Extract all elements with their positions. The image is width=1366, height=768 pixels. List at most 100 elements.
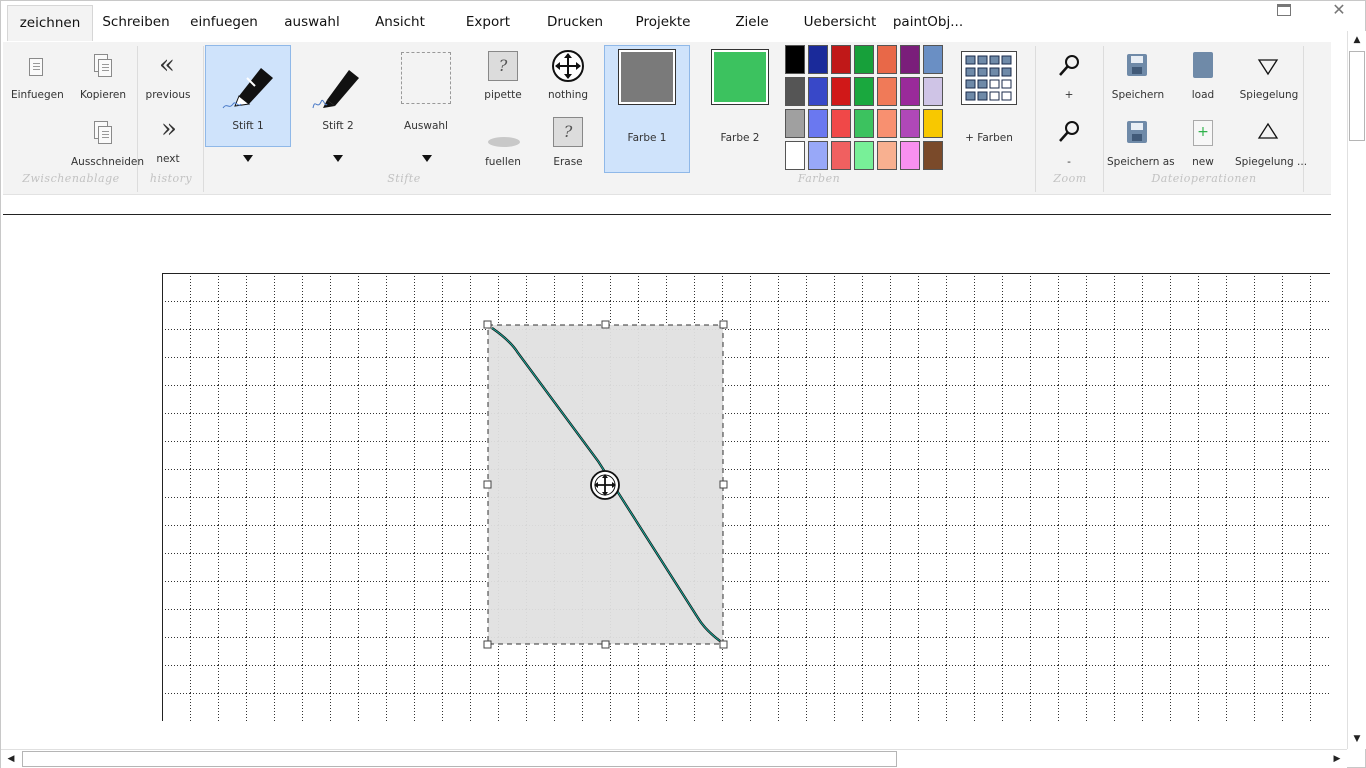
palette-swatch[interactable] bbox=[877, 77, 897, 106]
paste-button[interactable]: Einfuegen bbox=[11, 89, 64, 101]
maximize-icon[interactable] bbox=[1277, 4, 1291, 16]
palette-swatch[interactable] bbox=[785, 109, 805, 138]
resize-handle bbox=[483, 640, 492, 649]
move-icon bbox=[552, 50, 584, 82]
selection-icon bbox=[401, 52, 451, 104]
horizontal-scroll-thumb[interactable] bbox=[22, 751, 897, 767]
tab-drucken[interactable]: Drucken bbox=[539, 5, 611, 41]
cut-button[interactable]: Ausschneiden bbox=[71, 156, 144, 168]
scroll-down-arrow-icon[interactable]: ▼ bbox=[1348, 730, 1366, 748]
pen2-dropdown-arrow-icon[interactable] bbox=[333, 155, 343, 162]
tab-einfuegen[interactable]: einfuegen bbox=[181, 5, 267, 41]
save-button[interactable]: Speichern bbox=[1109, 89, 1167, 101]
mirror2-icon bbox=[1257, 122, 1279, 139]
palette-swatch[interactable] bbox=[877, 45, 897, 74]
save-as-icon bbox=[1127, 121, 1147, 143]
scroll-up-arrow-icon[interactable]: ▲ bbox=[1348, 31, 1366, 49]
color2-swatch[interactable] bbox=[711, 49, 769, 105]
group-divider bbox=[1303, 46, 1304, 192]
group-divider bbox=[1035, 46, 1036, 192]
selected-object[interactable] bbox=[483, 320, 728, 649]
mirror2-button[interactable]: Spiegelung ... bbox=[1235, 156, 1307, 168]
zoom-out-icon bbox=[1059, 121, 1079, 142]
palette-swatch[interactable] bbox=[785, 141, 805, 170]
drawing-canvas[interactable] bbox=[162, 273, 1330, 721]
load-icon bbox=[1193, 52, 1213, 78]
palette-swatch[interactable] bbox=[900, 45, 920, 74]
more-colors-button[interactable]: + Farben bbox=[953, 132, 1025, 144]
tab-projekte[interactable]: Projekte bbox=[627, 5, 699, 41]
tab-zeichnen[interactable]: zeichnen bbox=[7, 5, 93, 41]
palette-swatch[interactable] bbox=[900, 77, 920, 106]
resize-handle bbox=[719, 480, 728, 489]
load-button[interactable]: load bbox=[1181, 89, 1225, 101]
group-label-clipboard: Zwischenablage bbox=[22, 172, 120, 185]
tab-schreiben[interactable]: Schreiben bbox=[95, 5, 177, 41]
palette-swatch[interactable] bbox=[854, 77, 874, 106]
save-icon bbox=[1127, 54, 1147, 76]
palette-swatch[interactable] bbox=[785, 77, 805, 106]
paint-app-window: zeichnen Schreiben einfuegen auswahl Ans… bbox=[0, 0, 1366, 768]
zoom-in-button[interactable]: + bbox=[1049, 89, 1089, 101]
move-handle-icon[interactable] bbox=[590, 470, 620, 500]
palette-swatch[interactable] bbox=[923, 45, 943, 74]
next-button[interactable]: next bbox=[143, 153, 193, 165]
pen1-dropdown-arrow-icon[interactable] bbox=[243, 155, 253, 162]
palette-swatch[interactable] bbox=[808, 109, 828, 138]
palette-swatch[interactable] bbox=[900, 109, 920, 138]
selection-dropdown-arrow-icon[interactable] bbox=[422, 155, 432, 162]
erase-icon: ? bbox=[553, 117, 583, 147]
copy-button[interactable]: Kopieren bbox=[77, 89, 129, 101]
new-button[interactable]: new bbox=[1181, 156, 1225, 168]
palette-swatch[interactable] bbox=[808, 141, 828, 170]
palette-swatch[interactable] bbox=[785, 45, 805, 74]
previous-icon: « bbox=[159, 50, 175, 80]
tab-export[interactable]: Export bbox=[456, 5, 520, 41]
tab-ziele[interactable]: Ziele bbox=[727, 5, 777, 41]
tab-paintobj[interactable]: paintObj... bbox=[883, 5, 973, 41]
tab-uebersicht[interactable]: Uebersicht bbox=[799, 5, 881, 41]
palette-swatch[interactable] bbox=[831, 45, 851, 74]
pipette-button[interactable]: pipette bbox=[479, 89, 527, 101]
resize-handle bbox=[483, 480, 492, 489]
palette-swatch[interactable] bbox=[854, 109, 874, 138]
tab-auswahl[interactable]: auswahl bbox=[271, 5, 353, 41]
pen2-button[interactable]: Stift 2 bbox=[303, 120, 373, 132]
palette-swatch[interactable] bbox=[877, 109, 897, 138]
previous-button[interactable]: previous bbox=[143, 89, 193, 101]
palette-swatch[interactable] bbox=[923, 77, 943, 106]
palette-swatch[interactable] bbox=[831, 141, 851, 170]
selection-button[interactable]: Auswahl bbox=[391, 120, 461, 132]
group-label-colors: Farben bbox=[797, 172, 841, 185]
scroll-right-arrow-icon[interactable]: ▶ bbox=[1328, 750, 1346, 768]
scroll-left-arrow-icon[interactable]: ◀ bbox=[2, 750, 20, 768]
palette-swatch[interactable] bbox=[854, 141, 874, 170]
mirror-button[interactable]: Spiegelung bbox=[1237, 89, 1301, 101]
mirror-icon bbox=[1257, 59, 1279, 76]
palette-swatch[interactable] bbox=[808, 45, 828, 74]
nothing-button[interactable]: nothing bbox=[543, 89, 593, 101]
color2-label[interactable]: Farbe 2 bbox=[700, 132, 780, 144]
palette-swatch[interactable] bbox=[877, 141, 897, 170]
resize-handle bbox=[719, 640, 728, 649]
color1-label[interactable]: Farbe 1 bbox=[607, 132, 687, 144]
save-as-button[interactable]: Speichern as bbox=[1107, 156, 1175, 168]
palette-swatch[interactable] bbox=[831, 109, 851, 138]
palette-swatch[interactable] bbox=[923, 141, 943, 170]
palette-swatch[interactable] bbox=[831, 77, 851, 106]
tab-ansicht[interactable]: Ansicht bbox=[361, 5, 439, 41]
palette-swatch[interactable] bbox=[808, 77, 828, 106]
resize-handle bbox=[601, 320, 610, 329]
palette-swatch[interactable] bbox=[900, 141, 920, 170]
palette-swatch[interactable] bbox=[923, 109, 943, 138]
group-divider bbox=[203, 46, 204, 192]
zoom-out-button[interactable]: - bbox=[1049, 156, 1089, 168]
palette-swatch[interactable] bbox=[854, 45, 874, 74]
close-icon[interactable]: ✕ bbox=[1329, 1, 1349, 21]
vertical-scroll-thumb[interactable] bbox=[1349, 51, 1365, 141]
group-label-file-operations: Dateioperationen bbox=[1151, 172, 1257, 185]
fill-button[interactable]: fuellen bbox=[479, 156, 527, 168]
color1-swatch[interactable] bbox=[618, 49, 676, 105]
pen1-button[interactable]: Stift 1 bbox=[213, 120, 283, 132]
erase-button[interactable]: Erase bbox=[543, 156, 593, 168]
